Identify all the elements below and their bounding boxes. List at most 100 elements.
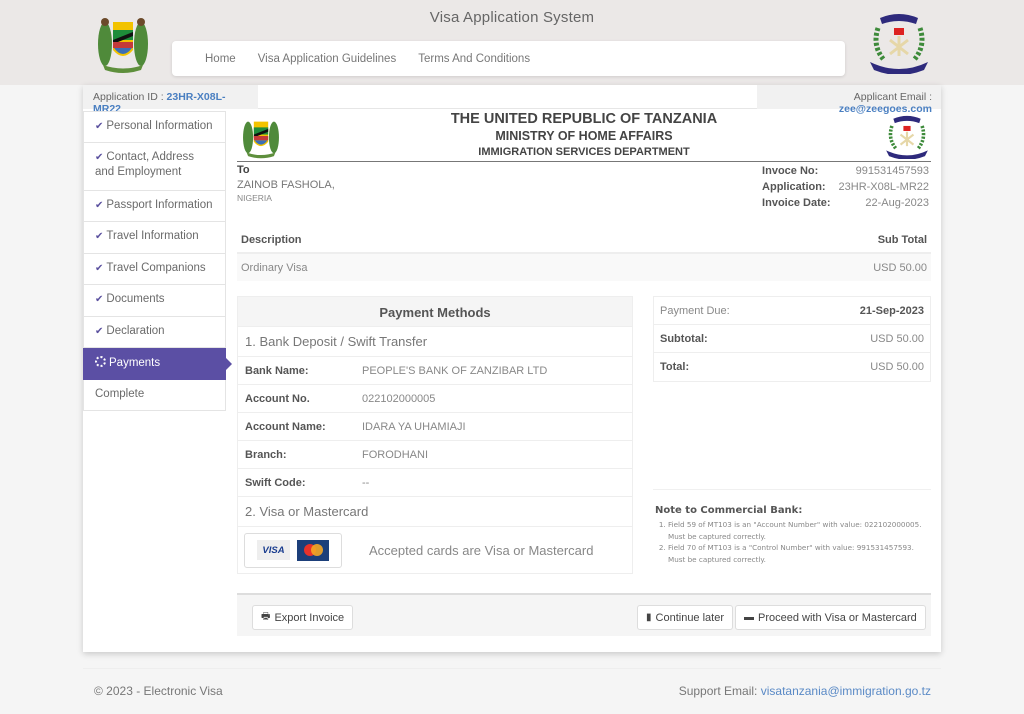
sidebar-item-complete[interactable]: Complete xyxy=(83,379,226,411)
bank-note-item: Field 59 of MT103 is an "Account Number"… xyxy=(668,519,931,542)
printer-icon: 🖶 xyxy=(261,611,271,622)
item-description: Ordinary Visa xyxy=(241,261,308,274)
invoice-actions: 🖶 Export Invoice ▮ Continue later ▬ Proceed… xyxy=(237,593,931,636)
branch-label: Branch: xyxy=(245,448,287,461)
page-footer: © 2023 - Electronic Visa Support Email: … xyxy=(83,668,941,698)
bank-note-item: Field 70 of MT103 is a "Control Number" … xyxy=(668,542,931,565)
applicant-email-label: Applicant Email : xyxy=(853,91,932,103)
invoice-items-table: Description Sub Total Ordinary Visa USD … xyxy=(237,228,931,281)
branch-value: FORODHANI xyxy=(362,448,428,461)
check-icon: ✔ xyxy=(95,325,104,337)
tanzania-coat-of-arms-logo xyxy=(243,121,279,159)
swift-code-label: Swift Code: xyxy=(245,476,306,489)
column-header-subtotal: Sub Total xyxy=(877,234,927,246)
sidebar-item-payments[interactable]: Payments xyxy=(83,348,232,380)
total-value: USD 50.00 xyxy=(870,361,924,373)
application-label: Application: xyxy=(762,181,826,193)
application-id: Application ID : 23HR-X08L-MR22 xyxy=(83,85,258,115)
bill-to-country: NIGERIA xyxy=(237,193,272,203)
sidebar-item-label: Travel Information xyxy=(106,230,199,242)
spinner-icon xyxy=(95,356,106,367)
sidebar-item-travel-companions[interactable]: ✔ Travel Companions xyxy=(83,253,226,285)
sidebar-item-label: Declaration xyxy=(106,324,165,337)
card-payment-heading: 2. Visa or Mastercard xyxy=(237,497,633,527)
accepted-cards-text: Accepted cards are Visa or Mastercard xyxy=(369,542,594,558)
bank-note: Note to Commercial Bank: Field 59 of MT1… xyxy=(653,489,931,565)
column-header-description: Description xyxy=(241,234,302,246)
account-name-label: Account Name: xyxy=(245,420,326,433)
sidebar-item-label: Travel Companions xyxy=(106,261,206,274)
application-card: Application ID : 23HR-X08L-MR22 Applican… xyxy=(83,85,941,652)
support-email-label: Support Email: xyxy=(678,684,758,698)
nav-home-link[interactable]: Home xyxy=(205,53,236,65)
bank-row: Branch: FORODHANI xyxy=(237,441,633,469)
proceed-card-payment-button[interactable]: ▬ Proceed with Visa or Mastercard xyxy=(735,605,926,630)
sidebar-item-label: Personal Information xyxy=(106,120,213,132)
sidebar-item-label: Complete xyxy=(95,387,145,400)
payment-methods-title: Payment Methods xyxy=(237,296,633,327)
mastercard-logo-icon xyxy=(297,539,329,561)
support-email-link[interactable]: visatanzania@immigration.go.tz xyxy=(761,684,931,698)
copyright-text: © 2023 - Electronic Visa xyxy=(94,684,223,698)
application-value: 23HR-X08L-MR22 xyxy=(838,181,929,193)
bill-to-label: To xyxy=(237,164,250,176)
export-invoice-label: Export Invoice xyxy=(274,611,345,624)
accepted-cards-row: VISA Accepted cards are Visa or Masterca… xyxy=(237,527,633,574)
bank-row: Bank Name: PEOPLE'S BANK OF ZANZIBAR LTD xyxy=(237,357,633,385)
total-row: Total: USD 50.00 xyxy=(654,353,930,381)
sidebar-item-contact-address[interactable]: ✔ Contact, Address and Employment xyxy=(83,142,226,191)
check-icon: ✔ xyxy=(95,199,104,211)
table-row: Ordinary Visa USD 50.00 xyxy=(237,254,931,281)
immigration-emblem-logo xyxy=(886,115,928,159)
sidebar-item-passport-information[interactable]: ✔ Passport Information xyxy=(83,190,226,222)
sidebar-item-documents[interactable]: ✔ Documents xyxy=(83,285,226,317)
sidebar-item-personal-information[interactable]: ✔ Personal Information xyxy=(83,111,226,143)
bank-note-list: Field 59 of MT103 is an "Account Number"… xyxy=(655,519,931,565)
invoice-date-label: Invoice Date: xyxy=(762,197,831,209)
card-header: Application ID : 23HR-X08L-MR22 Applican… xyxy=(83,85,941,115)
subtotal-value: USD 50.00 xyxy=(870,332,924,345)
export-invoice-button[interactable]: 🖶 Export Invoice xyxy=(252,605,354,630)
visa-logo-icon: VISA xyxy=(257,540,290,560)
bank-note-title: Note to Commercial Bank: xyxy=(655,505,803,516)
sidebar-item-label: Passport Information xyxy=(106,198,213,211)
invoice-no-value: 991531457593 xyxy=(855,165,929,177)
bookmark-icon: ▮ xyxy=(646,612,652,623)
bank-row: Swift Code: -- xyxy=(237,469,633,497)
steps-sidebar: ✔ Personal Information ✔ Contact, Address … xyxy=(83,111,232,411)
main-navbar: Home Visa Application Guidelines Terms A… xyxy=(172,41,845,76)
application-id-label: Application ID : xyxy=(93,91,164,103)
nav-guidelines-link[interactable]: Visa Application Guidelines xyxy=(258,53,397,65)
invoice: THE UNITED REPUBLIC OF TANZANIA MINISTRY… xyxy=(237,111,931,574)
continue-later-button[interactable]: ▮ Continue later xyxy=(637,605,734,630)
check-icon: ✔ xyxy=(95,262,104,274)
bank-name-value: PEOPLE'S BANK OF ZANZIBAR LTD xyxy=(362,364,548,377)
proceed-card-payment-label: Proceed with Visa or Mastercard xyxy=(758,611,917,624)
sidebar-item-travel-information[interactable]: ✔ Travel Information xyxy=(83,222,226,254)
check-icon: ✔ xyxy=(95,151,104,163)
bill-to: To ZAINOB FASHOLA, NIGERIA xyxy=(237,164,335,203)
subtotal-row: Subtotal: USD 50.00 xyxy=(654,325,930,353)
invoice-no-label: Invoce No: xyxy=(762,165,819,177)
sidebar-item-label: Payments xyxy=(109,357,161,369)
payment-methods: Payment Methods 1. Bank Deposit / Swift … xyxy=(237,296,633,574)
card-logos: VISA xyxy=(244,532,342,568)
sidebar-item-label: Documents xyxy=(106,293,165,305)
swift-code-value: -- xyxy=(362,476,370,489)
payment-summary: Payment Due: 21-Sep-2023 Subtotal: USD 50.… xyxy=(653,296,931,382)
invoice-title-republic: THE UNITED REPUBLIC OF TANZANIA xyxy=(450,111,718,127)
check-icon: ✔ xyxy=(95,294,104,305)
subtotal-label: Subtotal: xyxy=(660,332,708,345)
total-label: Total: xyxy=(660,361,690,373)
sidebar-item-declaration[interactable]: ✔ Declaration xyxy=(83,316,226,348)
check-icon: ✔ xyxy=(95,121,104,132)
top-header: Visa Application System Home Visa Applic… xyxy=(0,0,1024,85)
table-header: Description Sub Total xyxy=(237,228,931,254)
nav-terms-link[interactable]: Terms And Conditions xyxy=(418,53,530,65)
check-icon: ✔ xyxy=(95,231,104,242)
item-subtotal: USD 50.00 xyxy=(873,261,927,274)
invoice-title: THE UNITED REPUBLIC OF TANZANIA MINISTRY… xyxy=(237,111,931,158)
invoice-title-ministry: MINISTRY OF HOME AFFAIRS xyxy=(495,129,673,143)
divider xyxy=(237,161,931,162)
bank-row: Account No. 022102000005 xyxy=(237,385,633,413)
